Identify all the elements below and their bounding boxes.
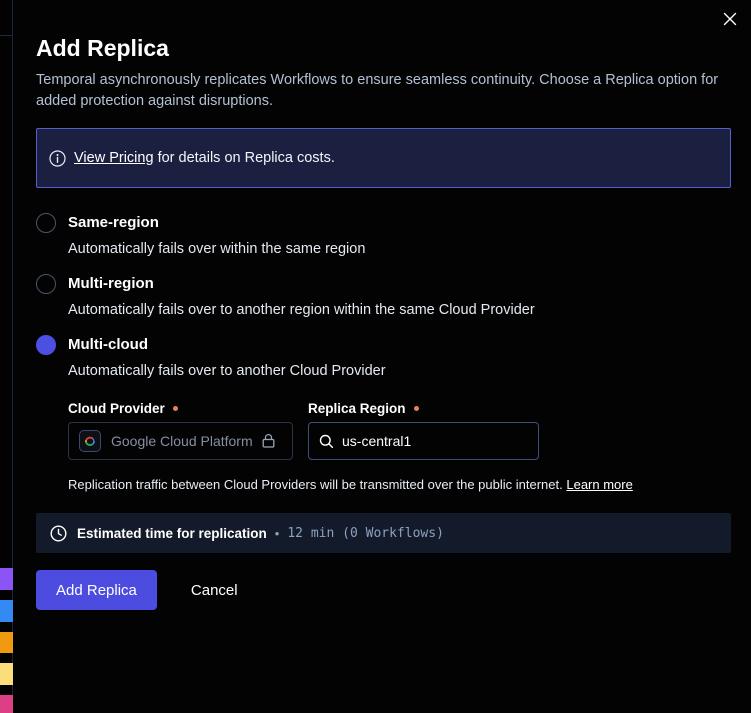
option-label[interactable]: Same-region — [68, 214, 159, 232]
search-icon — [319, 434, 334, 449]
radio-option-multi-region: Multi-region Automatically fails over to… — [36, 274, 731, 318]
add-replica-modal: Add Replica Temporal asynchronously repl… — [14, 0, 751, 713]
replica-region-value: us-central1 — [342, 433, 411, 449]
required-dot-icon — [173, 406, 178, 411]
modal-actions: Add Replica Cancel — [36, 570, 731, 610]
option-label[interactable]: Multi-region — [68, 275, 154, 293]
radio-multi-region[interactable]: Multi-region — [36, 274, 731, 294]
page-stripe-orange — [0, 632, 13, 653]
option-description: Automatically fails over to another regi… — [68, 302, 731, 318]
lock-icon — [261, 433, 276, 449]
option-label[interactable]: Multi-cloud — [68, 336, 148, 354]
page-stripe-purple — [0, 568, 13, 590]
radio-option-multi-cloud: Multi-cloud Automatically fails over to … — [36, 335, 731, 379]
page-stripe-yellow — [0, 663, 13, 685]
replica-region-input[interactable]: us-central1 — [308, 422, 539, 460]
page-edge-divider — [0, 35, 13, 36]
estimated-time-banner: Estimated time for replication • 12 min … — [36, 513, 731, 553]
add-replica-button[interactable]: Add Replica — [36, 570, 157, 610]
close-icon[interactable] — [720, 9, 740, 29]
learn-more-link[interactable]: Learn more — [566, 477, 632, 492]
cloud-provider-value: Google Cloud Platform — [111, 433, 253, 449]
multi-cloud-fields: Cloud Provider Google Cloud Platform — [68, 401, 731, 460]
cancel-button[interactable]: Cancel — [183, 570, 246, 610]
radio-option-same-region: Same-region Automatically fails over wit… — [36, 213, 731, 257]
required-dot-icon — [414, 406, 419, 411]
estimate-label: Estimated time for replication — [77, 526, 267, 541]
replica-region-field: Replica Region us-central1 — [308, 401, 539, 460]
option-description: Automatically fails over to another Clou… — [68, 363, 731, 379]
radio-circle-icon[interactable] — [36, 213, 56, 233]
google-cloud-icon — [79, 430, 101, 452]
page-title: Add Replica — [36, 34, 731, 62]
radio-same-region[interactable]: Same-region — [36, 213, 731, 233]
modal-description: Temporal asynchronously replicates Workf… — [36, 70, 731, 112]
view-pricing-link[interactable]: View Pricing — [74, 150, 154, 166]
cloud-provider-label: Cloud Provider — [68, 401, 293, 416]
estimate-value: 12 min (0 Workflows) — [287, 526, 444, 541]
page-stripe-pink — [0, 695, 13, 713]
cloud-provider-field: Cloud Provider Google Cloud Platform — [68, 401, 293, 460]
clock-icon — [50, 525, 67, 542]
public-internet-note: Replication traffic between Cloud Provid… — [68, 477, 731, 493]
option-description: Automatically fails over within the same… — [68, 241, 731, 257]
estimate-separator: • — [275, 526, 280, 541]
radio-multi-cloud[interactable]: Multi-cloud — [36, 335, 731, 355]
radio-circle-icon[interactable] — [36, 274, 56, 294]
page-stripe-blue — [0, 600, 13, 622]
radio-circle-icon[interactable] — [36, 335, 56, 355]
info-icon — [49, 150, 66, 167]
pricing-info-banner: View Pricing for details on Replica cost… — [36, 128, 731, 188]
replica-region-label: Replica Region — [308, 401, 539, 416]
pricing-banner-text: View Pricing for details on Replica cost… — [74, 150, 335, 166]
cloud-provider-select[interactable]: Google Cloud Platform — [68, 422, 293, 460]
